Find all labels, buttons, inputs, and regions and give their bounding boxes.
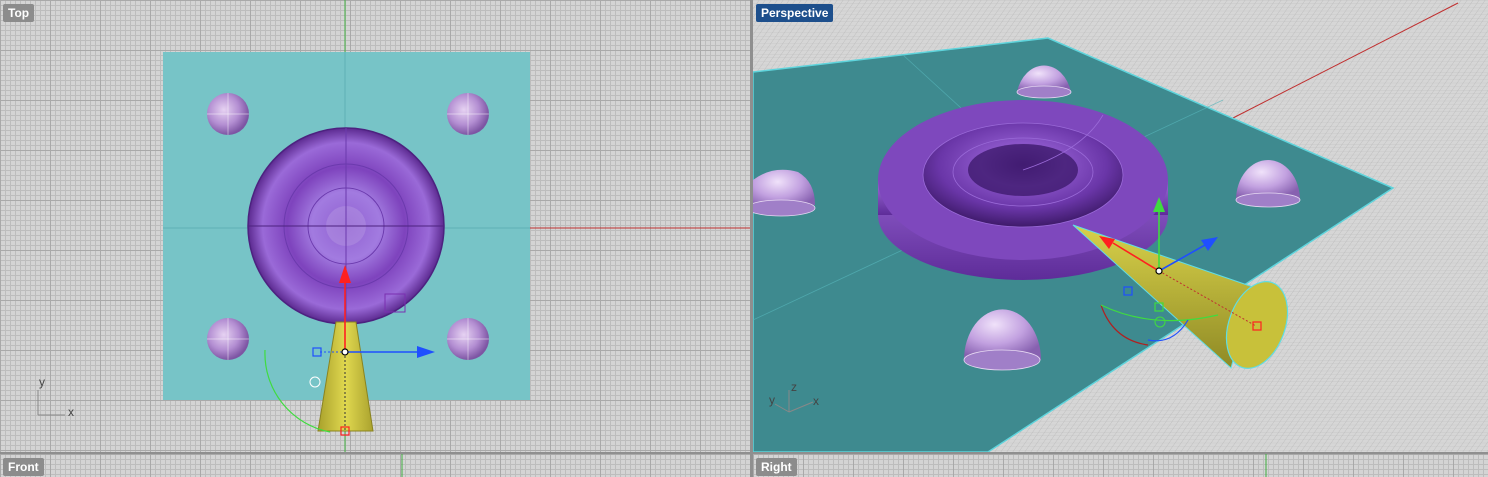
viewport-title[interactable]: Front [3, 458, 44, 476]
dome-object[interactable] [447, 318, 489, 360]
axis-indicator: x y [37, 375, 74, 419]
front-scene [401, 454, 403, 477]
axis-y-label: y [769, 393, 775, 407]
viewport-title[interactable]: Top [3, 4, 35, 22]
viewport-front[interactable]: Front [0, 454, 750, 477]
dome-object[interactable] [447, 93, 489, 135]
dome-object[interactable] [207, 93, 249, 135]
viewport-title[interactable]: Perspective [756, 4, 834, 22]
viewport-right[interactable]: Right [753, 454, 1488, 477]
top-scene: x y [37, 0, 750, 452]
right-scene [1265, 454, 1267, 477]
axis-x-label: x [68, 405, 74, 419]
axis-y-label: y [39, 375, 45, 389]
viewport-perspective[interactable]: x y z Perspective [753, 0, 1488, 452]
perspective-scene: x y z [753, 0, 1488, 452]
axis-z-label: z [791, 380, 797, 394]
gumball-origin[interactable] [1155, 267, 1163, 275]
viewport-title[interactable]: Right [756, 458, 797, 476]
dome-object[interactable] [207, 318, 249, 360]
axis-x-label: x [813, 394, 819, 408]
gumball-origin[interactable] [341, 348, 349, 356]
viewport-top[interactable]: x y Top [0, 0, 750, 452]
